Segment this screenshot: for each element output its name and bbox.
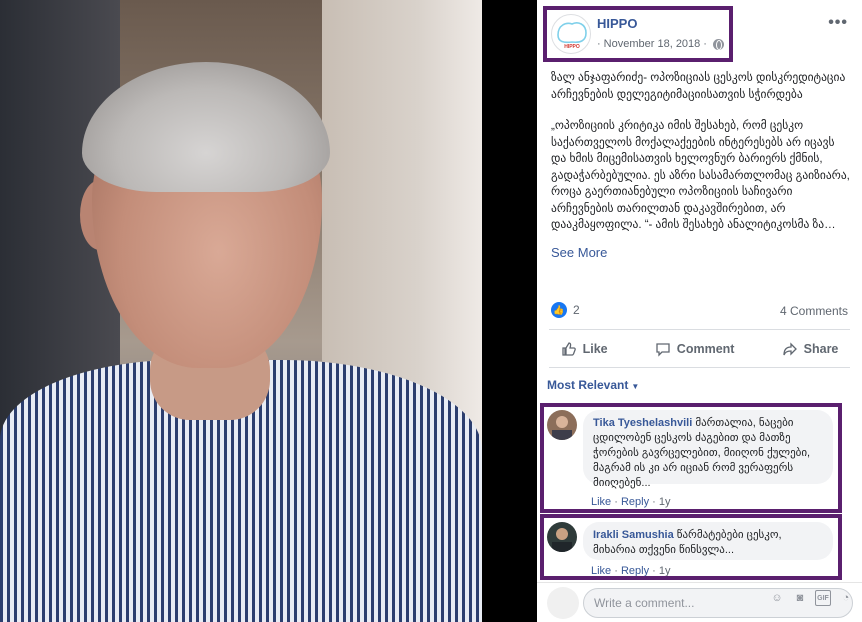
post-photo[interactable] [0, 0, 482, 622]
gif-icon[interactable]: GIF [815, 590, 831, 606]
share-arrow-icon [782, 342, 797, 356]
current-user-avatar [547, 587, 579, 619]
like-button-label: Like [582, 342, 608, 356]
post-actions-bar: Like Comment Share [537, 332, 862, 366]
see-more-link[interactable]: See More [551, 245, 607, 260]
like-count: 2 [573, 303, 580, 317]
comment-highlight-box [540, 403, 842, 513]
reactions-summary[interactable]: 👍 2 [551, 302, 580, 318]
divider [549, 329, 850, 330]
share-button-label: Share [803, 342, 839, 356]
sticker-icon[interactable]: ◔ [838, 590, 854, 606]
header-highlight-box [543, 6, 733, 62]
post-text-paragraph: ზალ ანჯაფარიძე- ოპოზიციას ცესკოს დისკრედ… [551, 72, 846, 101]
comment-highlight-box [540, 514, 842, 580]
like-reaction-icon: 👍 [551, 302, 567, 318]
comment-bubble-icon [656, 343, 670, 357]
thumbs-up-icon [561, 342, 576, 356]
facebook-post-panel: HIPPO HIPPO · November 18, 2018 · ••• ზა… [537, 0, 862, 622]
comment-composer: Write a comment... ☺ ◙ GIF ◔ [537, 582, 862, 622]
comment-sort-dropdown[interactable]: Most Relevant ▼ [547, 378, 639, 392]
like-button[interactable]: Like [561, 341, 608, 357]
chevron-down-icon: ▼ [631, 382, 640, 391]
divider [549, 367, 850, 368]
emoji-icon[interactable]: ☺ [769, 590, 785, 606]
comment-button-label: Comment [676, 342, 735, 356]
comment-button[interactable]: Comment [655, 341, 735, 357]
comment-sort-label: Most Relevant [547, 378, 629, 392]
composer-icons: ☺ ◙ GIF ◔ [769, 590, 854, 606]
comments-count-link[interactable]: 4 Comments [780, 304, 848, 318]
camera-icon[interactable]: ◙ [792, 590, 808, 606]
share-button[interactable]: Share [782, 341, 839, 357]
post-text-paragraph: „ოპოზიციის კრიტიკა იმის შესახებ, რომ ცეს… [551, 120, 850, 231]
comment-input-placeholder: Write a comment... [594, 596, 695, 610]
more-options-icon[interactable]: ••• [828, 14, 848, 32]
post-body: ზალ ანჯაფარიძე- ოპოზიციას ცესკოს დისკრედ… [551, 70, 851, 249]
